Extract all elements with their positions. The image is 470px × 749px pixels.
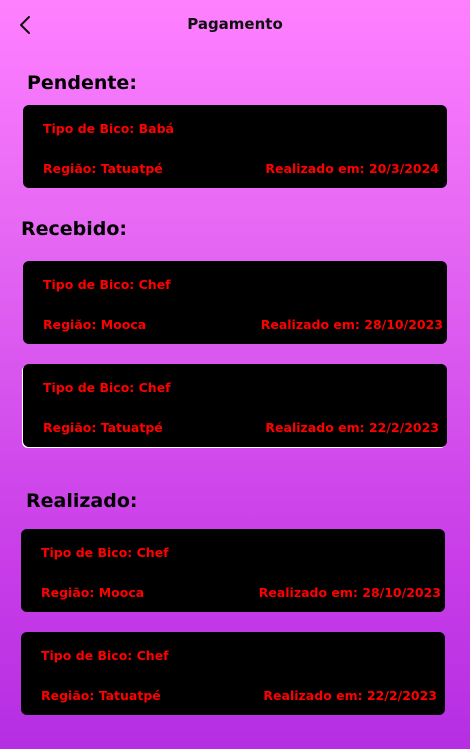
page-title: Pagamento xyxy=(187,15,283,33)
card-data: Realizado em: 28/10/2023 xyxy=(258,585,441,600)
card-tipo: Tipo de Bico: Chef xyxy=(43,277,171,292)
card-recebido-1[interactable]: Tipo de Bico: Chef Região: Mooca Realiza… xyxy=(23,261,447,344)
card-tipo: Tipo de Bico: Chef xyxy=(41,545,169,560)
card-data: Realizado em: 20/3/2024 xyxy=(265,161,439,176)
card-pendente-1[interactable]: Tipo de Bico: Babá Região: Tatuatpé Real… xyxy=(23,105,447,188)
card-recebido-2[interactable]: Tipo de Bico: Chef Região: Tatuatpé Real… xyxy=(23,364,447,447)
card-data: Realizado em: 22/2/2023 xyxy=(265,420,439,435)
card-tipo: Tipo de Bico: Chef xyxy=(43,380,171,395)
card-regiao: Região: Tatuatpé xyxy=(43,420,163,435)
card-data: Realizado em: 22/2/2023 xyxy=(263,688,437,703)
card-regiao: Região: Mooca xyxy=(41,585,145,600)
card-regiao: Região: Tatuatpé xyxy=(43,161,163,176)
card-realizado-1[interactable]: Tipo de Bico: Chef Região: Mooca Realiza… xyxy=(21,529,445,612)
section-title-recebido: Recebido: xyxy=(21,218,128,240)
card-tipo: Tipo de Bico: Babá xyxy=(43,121,174,136)
card-tipo: Tipo de Bico: Chef xyxy=(41,648,169,663)
section-title-pendente: Pendente: xyxy=(27,72,137,94)
section-title-realizado: Realizado: xyxy=(26,490,138,512)
card-realizado-2[interactable]: Tipo de Bico: Chef Região: Tatuatpé Real… xyxy=(21,632,445,715)
card-regiao: Região: Tatuatpé xyxy=(41,688,161,703)
card-regiao: Região: Mooca xyxy=(43,317,147,332)
card-data: Realizado em: 28/10/2023 xyxy=(260,317,443,332)
